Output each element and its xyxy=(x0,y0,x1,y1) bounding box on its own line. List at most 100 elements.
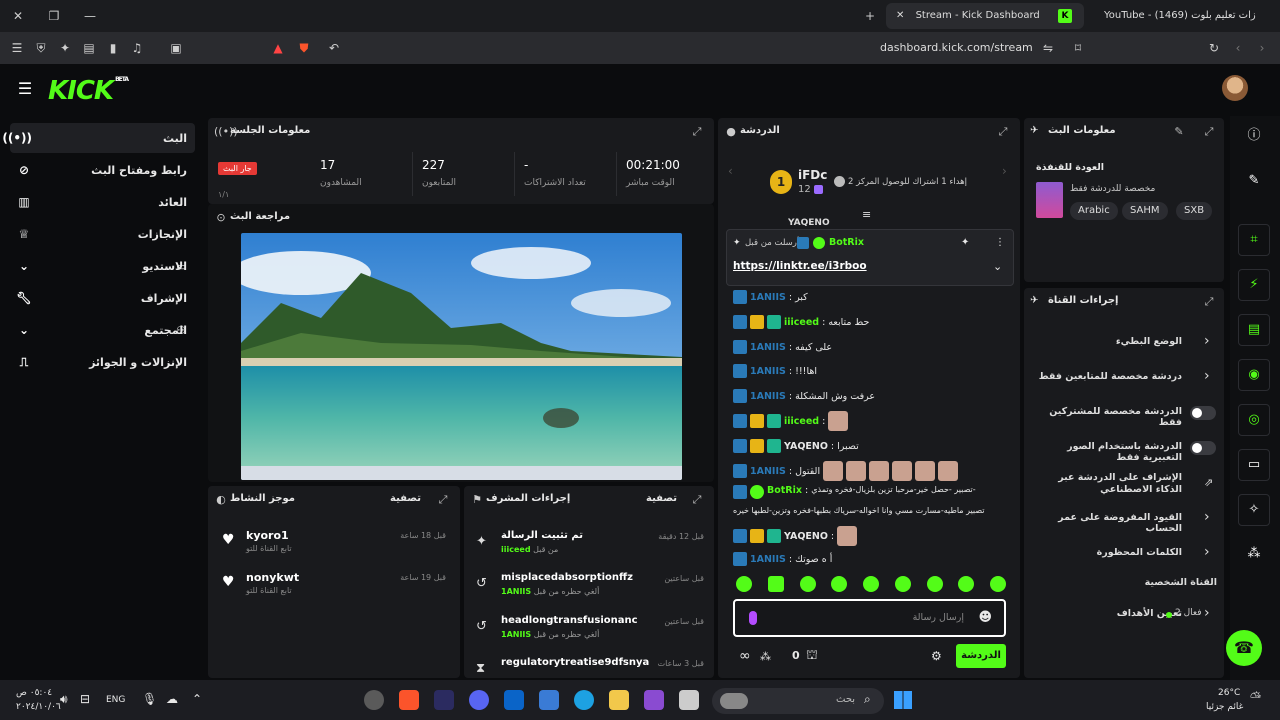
settings-icon[interactable]: ⚙ xyxy=(931,649,942,663)
new-tab-icon[interactable]: + xyxy=(862,8,878,24)
video-icon[interactable]: ▭ xyxy=(1238,449,1270,481)
chat-username[interactable]: 1ANIIS xyxy=(750,342,786,353)
extensions-icon[interactable]: ✦ xyxy=(57,40,73,56)
chat-username[interactable]: 1ANIIS xyxy=(750,292,786,303)
discord-app-icon[interactable] xyxy=(469,690,489,710)
mod-action-title[interactable]: regulatorytreatise9dfsnya xyxy=(501,657,649,668)
nav-item-community[interactable]: ⚇ المجتمع ⌄ xyxy=(10,315,195,345)
next-gifter-icon[interactable]: › xyxy=(1002,164,1007,178)
expand-icon[interactable]: ⌄ xyxy=(993,260,1002,273)
chat-username[interactable]: iiiceed xyxy=(784,317,819,328)
activity-user[interactable]: kyoro1 xyxy=(246,529,289,542)
hamburger-menu-icon[interactable]: ☰ xyxy=(17,81,33,97)
chat-username[interactable]: 1ANIIS xyxy=(750,466,786,477)
chat-username[interactable]: iiiceed xyxy=(784,416,819,427)
explorer-app-icon[interactable] xyxy=(609,690,629,710)
tag-chip[interactable]: SAHM xyxy=(1122,202,1168,220)
shield-icon[interactable]: ⛨ xyxy=(33,40,49,56)
support-button[interactable]: ☎ xyxy=(1226,630,1262,666)
slow-mode-row[interactable]: الوضع البطيء xyxy=(1032,336,1182,358)
goals-row[interactable]: تعيين الأهداف xyxy=(1032,608,1182,630)
community-rail-icon[interactable]: ⁂ xyxy=(1238,539,1270,571)
ai-moderation-row[interactable]: الإشراف على الدردشة عبر الذكاء الاصطناعي xyxy=(1032,472,1182,498)
back-icon[interactable]: › xyxy=(1254,40,1270,56)
mail-app-icon[interactable] xyxy=(504,690,524,710)
bookmark-icon[interactable]: ⌑ xyxy=(1070,40,1086,56)
emote-only-toggle[interactable] xyxy=(1190,441,1216,455)
nav-item-achievements[interactable]: الإنجازات ♕ xyxy=(10,219,195,249)
chevron-right-icon[interactable]: › xyxy=(1204,333,1210,349)
unpin-icon[interactable]: ✦ xyxy=(961,237,969,248)
followers-only-row[interactable]: دردشة مخصصة للمتابعين فقط xyxy=(1032,371,1182,393)
emote-icon[interactable] xyxy=(736,576,752,592)
taskbar-search[interactable]: بحث ⌕ xyxy=(712,688,884,714)
store-app-icon[interactable] xyxy=(539,690,559,710)
pinned-link[interactable]: https://linktr.ee/i3rboo xyxy=(733,260,867,272)
language-indicator[interactable]: ENG xyxy=(106,695,125,705)
lightning-icon[interactable]: ⚡︎ xyxy=(1238,269,1270,301)
pinned-user[interactable]: BotRix xyxy=(829,237,864,248)
user-avatar[interactable] xyxy=(1222,75,1248,101)
external-link-icon[interactable]: ⇗ xyxy=(1204,476,1213,489)
emote-icon[interactable] xyxy=(831,576,848,592)
kick-logo[interactable]: KICK BETA xyxy=(48,76,129,106)
brave-shields-icon[interactable]: ⛊ xyxy=(296,40,312,56)
popout-icon[interactable]: ⤢ xyxy=(436,493,450,507)
edit-icon[interactable]: ✎ xyxy=(1172,125,1186,139)
account-age-row[interactable]: القيود المفروضة على عمر الحساب xyxy=(1032,512,1182,534)
sidebar-icon[interactable]: ▮ xyxy=(105,40,121,56)
minimize-window-icon[interactable]: — xyxy=(82,8,98,24)
nav-item-studio[interactable]: ▭ الاستديو ⌄ xyxy=(10,251,195,281)
tab-kick-dashboard[interactable]: ✕ Stream - Kick Dashboard K xyxy=(886,3,1084,29)
chat-username[interactable]: 1ANIIS xyxy=(750,391,786,402)
chat-username[interactable]: BotRix xyxy=(767,485,802,496)
tune-icon[interactable]: ⇋ xyxy=(1040,40,1056,56)
broadcast-rail-icon[interactable]: ◎ xyxy=(1238,404,1270,436)
chevron-right-icon[interactable]: › xyxy=(1204,544,1210,560)
nav-item-drops[interactable]: الإنزالات و الجوائز ⎍ xyxy=(10,347,195,377)
info-icon[interactable]: ⓘ xyxy=(1238,121,1270,153)
mod-action-title[interactable]: misplacedabsorptionffz xyxy=(501,572,633,583)
subscribers-only-toggle[interactable] xyxy=(1190,406,1216,420)
mic-tray-icon[interactable]: 🎙︎ xyxy=(142,692,157,706)
chat-username[interactable]: YAQENO xyxy=(784,531,828,542)
chat-input-box[interactable]: إرسال رسالة ☻ xyxy=(733,599,1006,637)
emote-icon[interactable] xyxy=(863,576,879,592)
emote-icon[interactable] xyxy=(799,576,816,592)
reading-list-icon[interactable]: ▤ xyxy=(81,40,97,56)
gifter-name[interactable]: iFDc xyxy=(798,168,827,182)
chevron-right-icon[interactable]: › xyxy=(1204,509,1210,525)
emote-icon[interactable] xyxy=(767,576,784,592)
chevron-right-icon[interactable]: › xyxy=(1204,368,1210,384)
emoji-icon[interactable]: ☻ xyxy=(978,610,992,625)
activity-user[interactable]: nonykwt xyxy=(246,571,299,584)
banned-words-row[interactable]: الكلمات المحظورة xyxy=(1032,547,1182,569)
windows-start-icon[interactable] xyxy=(894,691,912,709)
app-icon[interactable] xyxy=(434,690,454,710)
share-icon[interactable]: ↶ xyxy=(326,40,342,56)
stream-preview-video[interactable] xyxy=(241,233,682,480)
mod-action-title[interactable]: headlongtransfusionanc xyxy=(501,615,638,626)
filter-button[interactable]: تصفية xyxy=(390,493,421,504)
popout-icon[interactable]: ⤢ xyxy=(690,493,704,507)
tag-chip[interactable]: SXB xyxy=(1176,202,1213,220)
category-name[interactable]: مخصصة للدردشة فقط xyxy=(1070,184,1155,194)
obs-app-icon[interactable] xyxy=(364,690,384,710)
prev-gifter-icon[interactable]: ‹ xyxy=(728,164,733,178)
chevron-right-icon[interactable]: › xyxy=(1204,605,1210,621)
mic-icon[interactable] xyxy=(749,611,757,625)
brave-app-icon[interactable] xyxy=(399,690,419,710)
chat-username[interactable]: YAQENO xyxy=(784,441,828,452)
volume-icon[interactable]: 🔊︎ xyxy=(60,692,68,707)
edge-app-icon[interactable] xyxy=(574,690,594,710)
store-icon[interactable]: ⛫ xyxy=(806,648,818,665)
chat-username[interactable]: 1ANIIS xyxy=(750,366,786,377)
nav-item-stream-key[interactable]: رابط ومفتاح البث ⊘ xyxy=(10,155,195,185)
forward-icon[interactable]: ‹ xyxy=(1230,40,1246,56)
nav-item-stream[interactable]: البث ((•)) xyxy=(2,123,195,153)
scroll-down-icon[interactable]: ≡ xyxy=(862,208,871,221)
app-icon[interactable] xyxy=(679,690,699,710)
wrench-rail-icon[interactable]: ✧ xyxy=(1238,494,1270,526)
emote-icon[interactable] xyxy=(926,576,943,592)
nav-item-moderation[interactable]: الإشراف 🔧︎ xyxy=(10,283,195,313)
